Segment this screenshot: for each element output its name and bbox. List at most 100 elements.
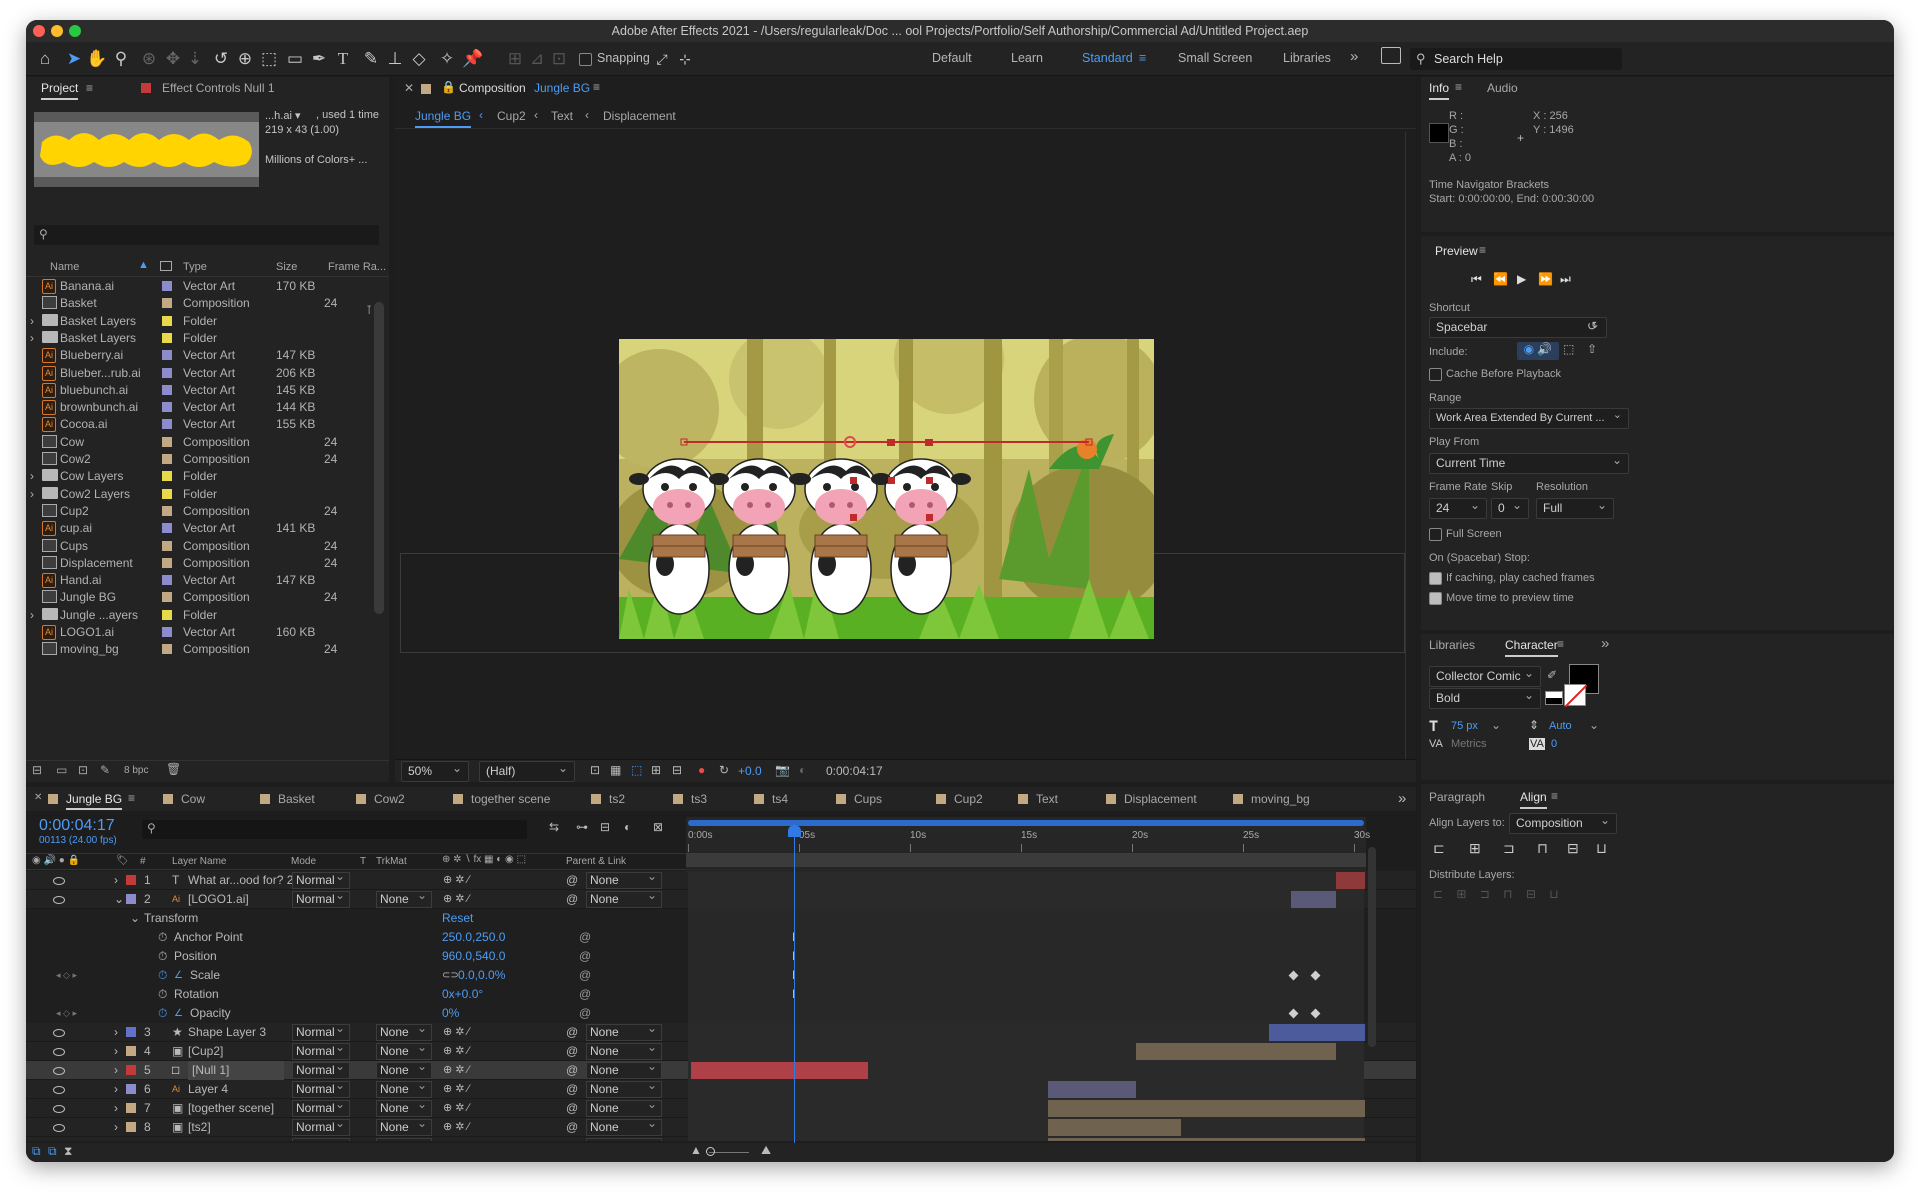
expand-arrow-icon[interactable]: › <box>114 1042 118 1061</box>
label-swatch[interactable] <box>162 540 172 551</box>
align-horizontal-center-icon[interactable]: ⊞ <box>1469 840 1481 857</box>
parent-dropdown[interactable]: None <box>586 888 662 908</box>
workspace-default[interactable]: Default <box>932 51 972 65</box>
pick-whip-icon[interactable]: @ <box>566 1023 578 1042</box>
pen-tool-icon[interactable]: ✒ <box>308 48 330 70</box>
reset-exposure-icon[interactable]: ↻ <box>719 763 729 777</box>
layer-row[interactable]: › 8 ▣ [ts2] Normal None ⊕ ✲ ∕ @ None <box>26 1116 1416 1137</box>
layer-label-swatch[interactable] <box>126 894 136 904</box>
layer-label-swatch[interactable] <box>126 1084 136 1094</box>
pick-whip-icon[interactable]: @ <box>566 871 578 890</box>
layer-label-swatch[interactable] <box>126 1046 136 1056</box>
panel-menu-icon[interactable]: ≡ <box>1479 243 1486 257</box>
layer-row[interactable]: ⌄ 2 Ai [LOGO1.ai] Normal None ⊕ ✲ ∕ @ None <box>26 888 1416 909</box>
zoom-tool-icon[interactable]: ⚲ <box>110 48 132 70</box>
interpret-footage-icon[interactable]: ⊟ <box>32 763 42 777</box>
roto-brush-icon[interactable]: ✧ <box>436 48 458 70</box>
layer-name[interactable]: Layer 4 <box>188 1080 228 1099</box>
project-item[interactable]: Ai Cocoa.ai Vector Art 155 KB <box>26 416 373 433</box>
search-help-field[interactable]: ⚲ Search Help <box>1410 48 1622 70</box>
workspace-learn[interactable]: Learn <box>1011 51 1043 65</box>
layer-name[interactable]: [together scene] <box>188 1099 274 1118</box>
roto-tool-icon[interactable]: ⬚ <box>258 48 280 70</box>
visibility-eye-icon[interactable] <box>53 1105 65 1113</box>
label-swatch[interactable] <box>162 454 172 464</box>
zoom-slider[interactable] <box>709 1152 749 1153</box>
project-item[interactable]: Ai cup.ai Vector Art 141 KB <box>26 520 373 537</box>
visibility-eye-icon[interactable] <box>53 877 65 885</box>
project-item[interactable]: Cup2 Composition 24 <box>26 503 373 520</box>
project-item[interactable]: Displacement Composition 24 <box>26 555 373 572</box>
puppet-pin-icon[interactable]: 📌 <box>462 48 484 70</box>
label-swatch[interactable] <box>162 298 172 309</box>
layer-row[interactable]: › 3 ★ Shape Layer 3 Normal None ⊕ ✲ ∕ @ None <box>26 1021 1416 1042</box>
rotation-tool-icon[interactable]: ↺ <box>210 48 232 70</box>
layer-duration-bar[interactable] <box>1291 891 1336 908</box>
workspace-overflow-icon[interactable]: » <box>1350 48 1358 65</box>
new-composition-icon[interactable]: ⊡ <box>78 763 88 777</box>
breadcrumb-jungle-bg[interactable]: Jungle BG <box>415 109 472 128</box>
font-family-dropdown[interactable]: Collector Comic <box>1429 664 1541 687</box>
layer-name[interactable]: [Cup2] <box>188 1042 223 1061</box>
layer-label-swatch[interactable] <box>126 875 136 885</box>
zoom-out-icon[interactable]: ▲ <box>690 1143 702 1157</box>
flowchart-icon[interactable]: ⊺ <box>366 303 372 317</box>
playhead[interactable] <box>794 823 795 1143</box>
label-swatch[interactable] <box>162 350 172 361</box>
expand-arrow-icon[interactable]: › <box>114 1099 118 1118</box>
stopwatch-icon[interactable]: ⏱ <box>158 1004 167 1023</box>
panel-menu-icon[interactable]: ≡ <box>128 791 135 805</box>
transfer-controls-toggle-icon[interactable]: ⧉ <box>48 1144 57 1159</box>
layer-duration-bar[interactable] <box>1336 872 1365 889</box>
project-search-input[interactable]: ⚲ <box>34 225 379 245</box>
project-item[interactable]: Cow Composition 24 <box>26 434 373 451</box>
fast-previews-icon[interactable]: ⊡ <box>590 763 600 777</box>
lock-icon[interactable]: 🔒 <box>441 80 456 94</box>
transparency-grid-icon[interactable]: ▦ <box>610 763 621 777</box>
project-item[interactable]: Cow2 Composition 24 <box>26 451 373 468</box>
region-of-interest-icon[interactable]: ⊞ <box>651 763 661 777</box>
expand-arrow-icon[interactable]: › <box>114 1080 118 1099</box>
expression-pick-whip-icon[interactable]: @ <box>579 947 591 966</box>
stopwatch-icon[interactable]: ⏱ <box>158 966 167 985</box>
align-right-icon[interactable]: ⊐ <box>1503 840 1515 857</box>
tab-info[interactable]: Info <box>1429 81 1450 100</box>
last-frame-icon[interactable]: ⏭ <box>1560 272 1571 287</box>
pan-behind-tool-icon[interactable]: ⊕ <box>234 48 256 70</box>
parent-dropdown[interactable]: None <box>586 1135 662 1141</box>
layer-row[interactable]: › 6 Ai Layer 4 Normal None ⊕ ✲ ∕ @ None <box>26 1078 1416 1099</box>
skip-dropdown[interactable]: 0 <box>1491 496 1529 519</box>
frame-rate-dropdown[interactable]: 24 <box>1429 496 1487 519</box>
selection-tool-icon[interactable]: ➤ <box>63 48 85 70</box>
visibility-eye-icon[interactable] <box>53 1048 65 1056</box>
layer-duration-bar[interactable] <box>1048 1100 1365 1117</box>
project-item[interactable]: Ai LOGO1.ai Vector Art 160 KB <box>26 624 373 641</box>
parent-dropdown[interactable]: None <box>586 1116 662 1136</box>
transform-property-row[interactable]: ⏱Anchor Point250.0,250.0@I <box>26 928 1416 947</box>
layer-switches-icons[interactable]: ⊕ ✲ ∕ <box>443 1099 469 1118</box>
label-swatch[interactable] <box>162 367 172 378</box>
sort-ascending-icon[interactable]: ▲ <box>138 259 149 271</box>
parent-dropdown[interactable]: None <box>586 1078 662 1098</box>
property-value[interactable]: 0.0,0.0% <box>458 966 505 985</box>
visibility-eye-icon[interactable] <box>53 896 65 904</box>
track-matte-dropdown[interactable]: None <box>376 1078 432 1098</box>
layer-switches-icons[interactable]: ⊕ ✲ ∕ <box>443 871 469 890</box>
view-axis-icon[interactable]: ⊡ <box>548 48 570 70</box>
timeline-search-input[interactable]: ⚲ <box>142 820 527 839</box>
track-matte-dropdown[interactable]: None <box>376 1021 432 1041</box>
expand-arrow-icon[interactable]: › <box>30 468 34 485</box>
label-swatch[interactable] <box>162 505 172 516</box>
label-swatch[interactable] <box>162 402 172 413</box>
rectangle-tool-icon[interactable]: ▭ <box>284 48 306 70</box>
layer-name[interactable]: [LOGO1.ai] <box>188 890 249 909</box>
blend-mode-dropdown[interactable]: Normal <box>292 1116 350 1136</box>
workspace-small-screen[interactable]: Small Screen <box>1178 51 1252 65</box>
layer-name[interactable]: Shape Layer 3 <box>188 1023 266 1042</box>
tabs-overflow-icon[interactable]: » <box>1398 790 1406 807</box>
local-axis-icon[interactable]: ⊞ <box>504 48 526 70</box>
layer-row[interactable]: › 1 T What ar...ood for? 2Normal ⊕ ✲ ∕ @ None <box>26 871 1416 890</box>
tab-menu-icon[interactable]: ≡ <box>1455 80 1462 94</box>
layer-duration-bar[interactable] <box>691 1062 868 1079</box>
zoom-in-icon[interactable]: ⛰ <box>761 1143 771 1158</box>
